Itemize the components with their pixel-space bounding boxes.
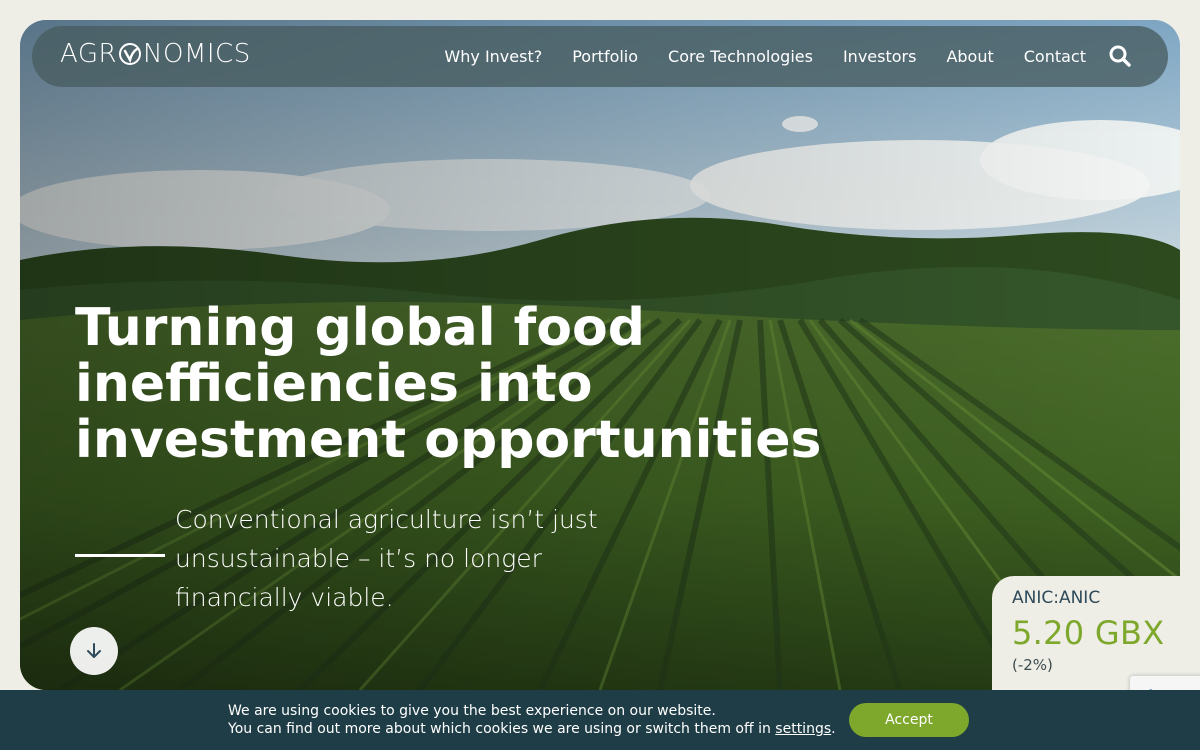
nav-item-why-invest[interactable]: Why Invest? [444, 47, 542, 66]
leaf-o-logo-icon [119, 43, 142, 65]
top-navbar: AGR NOMICS Why Invest? Portfolio Core Te… [32, 26, 1168, 87]
nav-item-about[interactable]: About [946, 47, 993, 66]
cookie-line2-text: You can find out more about which cookie… [228, 721, 776, 737]
cookie-message-line2: You can find out more about which cookie… [228, 720, 836, 738]
logo-text-end: NOMICS [143, 39, 251, 69]
cookie-message: We are using cookies to give you the bes… [228, 702, 836, 738]
nav-item-portfolio[interactable]: Portfolio [572, 47, 638, 66]
cookie-consent-bar: We are using cookies to give you the bes… [0, 690, 1200, 750]
subtext-divider [75, 554, 165, 557]
hero-subtext: Conventional agriculture isn’t just unsu… [175, 505, 598, 612]
cookie-line2-end: . [831, 721, 836, 737]
nav-item-core-technologies[interactable]: Core Technologies [668, 47, 813, 66]
ticker-price: 5.20 GBX [1012, 614, 1165, 652]
main-nav: Why Invest? Portfolio Core Technologies … [444, 26, 1086, 87]
brand-logo[interactable]: AGR NOMICS [60, 39, 251, 69]
arrow-down-icon [87, 643, 101, 658]
cookie-message-line1: We are using cookies to give you the bes… [228, 703, 716, 719]
search-icon[interactable] [1108, 44, 1132, 68]
cookie-settings-link[interactable]: settings [775, 721, 831, 737]
hero-headline: Turning global food inefficiencies into … [75, 298, 822, 470]
accept-cookies-button[interactable]: Accept [849, 703, 969, 737]
scroll-down-button[interactable] [70, 627, 118, 675]
logo-text-start: AGR [60, 39, 118, 69]
ticker-change: (-2%) [1012, 656, 1053, 674]
nav-item-investors[interactable]: Investors [843, 47, 916, 66]
ticker-symbol: ANIC:ANIC [1012, 588, 1101, 608]
nav-item-contact[interactable]: Contact [1024, 47, 1086, 66]
